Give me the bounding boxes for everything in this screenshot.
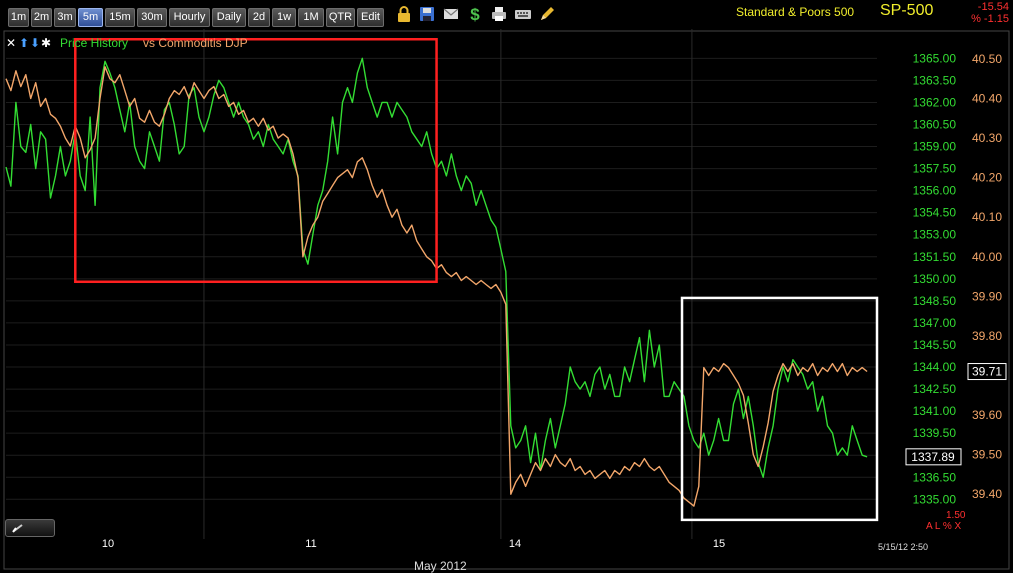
y-axis-left-tick-label: 1335.00 <box>913 492 957 506</box>
timeframe-button-2d[interactable]: 2d <box>248 8 270 27</box>
y-axis-left-tick-label: 1344.00 <box>913 360 957 374</box>
print-icon[interactable] <box>490 5 508 23</box>
y-axis-left-tick-label: 1359.00 <box>913 140 957 154</box>
legend-down-arrow-icon[interactable]: ⬇ <box>30 36 40 50</box>
y-axis-right-tick-label: 39.80 <box>972 329 1002 343</box>
timeframe-button-15m[interactable]: 15m <box>105 8 135 27</box>
price-change: -15.54 % -1.15 <box>971 1 1009 25</box>
corner-tools[interactable]: A L % X <box>926 521 961 532</box>
timeframe-button-qtr[interactable]: QTR <box>326 8 355 27</box>
timeframe-button-1w[interactable]: 1w <box>272 8 296 27</box>
legend-compare-label[interactable]: vs Commoditis DJP <box>143 36 248 50</box>
legend-up-arrow-icon[interactable]: ⬆ <box>19 36 29 50</box>
y-axis-right-tick-label: 40.00 <box>972 250 1002 264</box>
y-axis-left-tick-label: 1347.00 <box>913 316 957 330</box>
y-axis-left-tick-label: 1357.50 <box>913 162 957 176</box>
y-axis-left-tick-label: 1362.00 <box>913 95 957 109</box>
timeframe-button-5m[interactable]: 5m <box>78 8 103 27</box>
y-axis-right-tick-label: 40.10 <box>972 210 1002 224</box>
month-label: May 2012 <box>414 559 467 573</box>
y-axis-left-tick-label: 1351.50 <box>913 250 957 264</box>
x-axis-tick-label: 10 <box>102 538 114 550</box>
timeframe-button-hourly[interactable]: Hourly <box>169 8 210 27</box>
corner-value: 1.50 <box>946 510 966 521</box>
y-axis-left-tick-label: 1365.00 <box>913 51 957 65</box>
price-change-percent: % -1.15 <box>971 13 1009 25</box>
y-axis-left-tick-label: 1341.00 <box>913 404 957 418</box>
x-axis-tick-label: 15 <box>713 538 725 550</box>
keyboard-icon[interactable] <box>514 5 532 23</box>
legend-settings-icon[interactable]: ✱ <box>41 36 51 50</box>
timeframe-button-3m[interactable]: 3m <box>54 8 76 27</box>
email-icon[interactable] <box>442 5 460 23</box>
y-axis-right-tick-label: 40.20 <box>972 171 1002 185</box>
timeframe-button-1m[interactable]: 1m <box>8 8 29 27</box>
dollar-icon[interactable]: $ <box>466 5 484 23</box>
timestamp: 5/15/12 2:50 <box>878 542 929 552</box>
y-axis-left-tick-label: 1348.50 <box>913 294 957 308</box>
y-axis-left-tick-label: 1339.50 <box>913 426 957 440</box>
y-axis-right-tick-label: 40.30 <box>972 131 1002 145</box>
annotation-box-red[interactable] <box>74 37 438 284</box>
y-axis-left-tick-label: 1354.50 <box>913 206 957 220</box>
legend-close-icon[interactable]: ✕ <box>6 36 16 50</box>
lock-icon[interactable] <box>395 5 413 23</box>
price-chart[interactable]: 10 11 14 15 1365.00 1363.50 1362.00 1360.50 1359… <box>0 29 1013 573</box>
save-icon[interactable] <box>418 5 436 23</box>
price-change-value: -15.54 <box>977 1 1009 13</box>
y-axis-left-tick-label: 1342.50 <box>913 382 957 396</box>
scroll-icon <box>12 524 23 533</box>
annotation-box-white[interactable] <box>680 296 879 522</box>
y-axis-left-tick-label: 1345.50 <box>913 338 957 352</box>
toolbar: 1m 2m 3m 5m 15m 30m Hourly Daily 2d 1w 1M QTR Edit $… <box>0 0 1013 29</box>
timeframe-button-2m[interactable]: 2m <box>31 8 52 27</box>
timeframe-button-edit[interactable]: Edit <box>357 8 384 27</box>
y-axis-left-tick-label: 1363.50 <box>913 73 957 87</box>
y-axis-right-tick-label: 39.50 <box>972 448 1002 462</box>
y-axis-right-tick-label: 40.40 <box>972 91 1002 105</box>
y-axis-right-tick-label: 40.50 <box>972 52 1002 66</box>
legend-price-label[interactable]: Price History <box>60 36 128 50</box>
pencil-icon[interactable] <box>538 5 556 23</box>
instrument-title: Standard & Poors 500 <box>736 5 855 19</box>
last-price-value: 1337.89 <box>911 450 955 464</box>
y-axis-left-tick-label: 1336.50 <box>913 470 957 484</box>
svg-text:$: $ <box>470 5 480 23</box>
x-axis-tick-label: 11 <box>305 538 316 550</box>
y-axis-left-tick-label: 1350.00 <box>913 272 957 286</box>
timeframe-button-daily[interactable]: Daily <box>212 8 246 27</box>
x-axis-tick-label: 14 <box>509 538 521 550</box>
y-axis-left-tick-label: 1356.00 <box>913 184 957 198</box>
y-axis-right-tick-label: 39.90 <box>972 289 1002 303</box>
y-axis-right-tick-label: 39.40 <box>972 487 1002 501</box>
last-compare-value: 39.71 <box>972 365 1002 379</box>
scroll-handle[interactable] <box>5 519 55 537</box>
timeframe-button-1m[interactable]: 1M <box>298 8 324 27</box>
y-axis-right-tick-label: 39.60 <box>972 408 1002 422</box>
timeframe-button-30m[interactable]: 30m <box>137 8 167 27</box>
y-axis-left-tick-label: 1360.50 <box>913 117 957 131</box>
y-axis-left-tick-label: 1353.00 <box>913 228 957 242</box>
instrument-symbol: SP-500 <box>880 2 934 19</box>
